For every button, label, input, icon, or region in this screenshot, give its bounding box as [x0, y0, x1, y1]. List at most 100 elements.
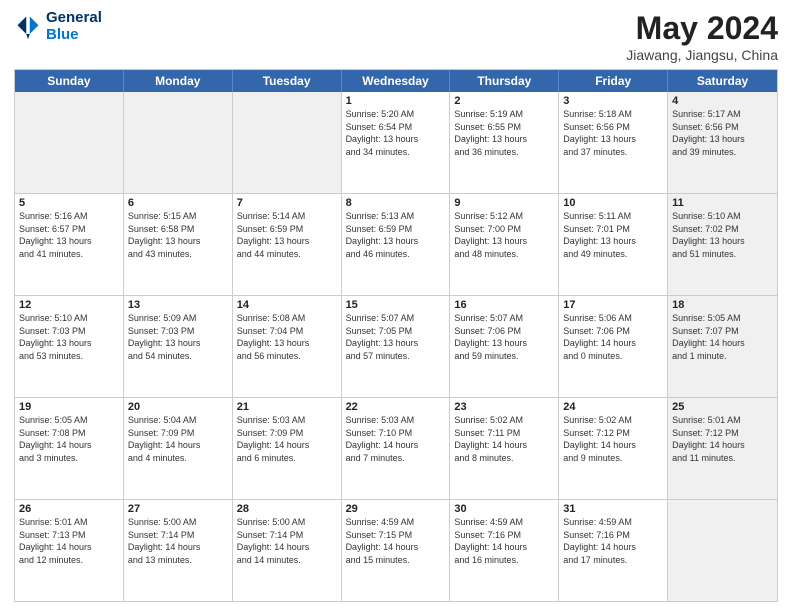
day-cell-21: 21Sunrise: 5:03 AM Sunset: 7:09 PM Dayli… [233, 398, 342, 499]
day-info: Sunrise: 5:02 AM Sunset: 7:12 PM Dayligh… [563, 414, 663, 464]
day-number: 10 [563, 197, 663, 209]
day-info: Sunrise: 5:03 AM Sunset: 7:09 PM Dayligh… [237, 414, 337, 464]
day-number: 24 [563, 401, 663, 413]
subtitle: Jiawang, Jiangsu, China [626, 47, 778, 63]
day-cell-13: 13Sunrise: 5:09 AM Sunset: 7:03 PM Dayli… [124, 296, 233, 397]
day-cell-24: 24Sunrise: 5:02 AM Sunset: 7:12 PM Dayli… [559, 398, 668, 499]
day-number: 29 [346, 503, 446, 515]
day-info: Sunrise: 5:13 AM Sunset: 6:59 PM Dayligh… [346, 210, 446, 260]
header-day-thursday: Thursday [450, 70, 559, 92]
day-number: 13 [128, 299, 228, 311]
day-number: 22 [346, 401, 446, 413]
day-cell-16: 16Sunrise: 5:07 AM Sunset: 7:06 PM Dayli… [450, 296, 559, 397]
day-number: 12 [19, 299, 119, 311]
day-number: 1 [346, 95, 446, 107]
header-day-monday: Monday [124, 70, 233, 92]
day-number: 8 [346, 197, 446, 209]
day-cell-28: 28Sunrise: 5:00 AM Sunset: 7:14 PM Dayli… [233, 500, 342, 601]
day-number: 17 [563, 299, 663, 311]
day-number: 30 [454, 503, 554, 515]
logo-text: General Blue [46, 10, 102, 43]
day-cell-25: 25Sunrise: 5:01 AM Sunset: 7:12 PM Dayli… [668, 398, 777, 499]
day-cell-14: 14Sunrise: 5:08 AM Sunset: 7:04 PM Dayli… [233, 296, 342, 397]
day-info: Sunrise: 4:59 AM Sunset: 7:16 PM Dayligh… [454, 516, 554, 566]
day-number: 18 [672, 299, 773, 311]
day-number: 20 [128, 401, 228, 413]
day-cell-27: 27Sunrise: 5:00 AM Sunset: 7:14 PM Dayli… [124, 500, 233, 601]
calendar-body: 1Sunrise: 5:20 AM Sunset: 6:54 PM Daylig… [15, 92, 777, 601]
day-number: 2 [454, 95, 554, 107]
empty-cell-0-2 [233, 92, 342, 193]
day-cell-15: 15Sunrise: 5:07 AM Sunset: 7:05 PM Dayli… [342, 296, 451, 397]
day-info: Sunrise: 5:11 AM Sunset: 7:01 PM Dayligh… [563, 210, 663, 260]
day-info: Sunrise: 5:17 AM Sunset: 6:56 PM Dayligh… [672, 108, 773, 158]
header: General Blue May 2024 Jiawang, Jiangsu, … [14, 10, 778, 63]
day-cell-20: 20Sunrise: 5:04 AM Sunset: 7:09 PM Dayli… [124, 398, 233, 499]
logo: General Blue [14, 10, 102, 43]
day-cell-23: 23Sunrise: 5:02 AM Sunset: 7:11 PM Dayli… [450, 398, 559, 499]
day-number: 14 [237, 299, 337, 311]
day-number: 23 [454, 401, 554, 413]
day-number: 26 [19, 503, 119, 515]
logo-line2: Blue [46, 27, 102, 44]
day-number: 21 [237, 401, 337, 413]
day-cell-12: 12Sunrise: 5:10 AM Sunset: 7:03 PM Dayli… [15, 296, 124, 397]
header-day-sunday: Sunday [15, 70, 124, 92]
calendar-header: SundayMondayTuesdayWednesdayThursdayFrid… [15, 70, 777, 92]
day-number: 9 [454, 197, 554, 209]
day-info: Sunrise: 5:10 AM Sunset: 7:03 PM Dayligh… [19, 312, 119, 362]
day-cell-2: 2Sunrise: 5:19 AM Sunset: 6:55 PM Daylig… [450, 92, 559, 193]
day-number: 27 [128, 503, 228, 515]
day-cell-31: 31Sunrise: 4:59 AM Sunset: 7:16 PM Dayli… [559, 500, 668, 601]
day-number: 28 [237, 503, 337, 515]
logo-icon [14, 13, 42, 41]
day-cell-3: 3Sunrise: 5:18 AM Sunset: 6:56 PM Daylig… [559, 92, 668, 193]
calendar-row-2: 5Sunrise: 5:16 AM Sunset: 6:57 PM Daylig… [15, 193, 777, 295]
calendar-row-3: 12Sunrise: 5:10 AM Sunset: 7:03 PM Dayli… [15, 295, 777, 397]
day-info: Sunrise: 5:08 AM Sunset: 7:04 PM Dayligh… [237, 312, 337, 362]
day-info: Sunrise: 5:14 AM Sunset: 6:59 PM Dayligh… [237, 210, 337, 260]
page: General Blue May 2024 Jiawang, Jiangsu, … [0, 0, 792, 612]
header-day-tuesday: Tuesday [233, 70, 342, 92]
day-number: 4 [672, 95, 773, 107]
day-cell-5: 5Sunrise: 5:16 AM Sunset: 6:57 PM Daylig… [15, 194, 124, 295]
day-info: Sunrise: 4:59 AM Sunset: 7:15 PM Dayligh… [346, 516, 446, 566]
empty-cell-0-1 [124, 92, 233, 193]
day-info: Sunrise: 5:18 AM Sunset: 6:56 PM Dayligh… [563, 108, 663, 158]
day-cell-8: 8Sunrise: 5:13 AM Sunset: 6:59 PM Daylig… [342, 194, 451, 295]
day-cell-1: 1Sunrise: 5:20 AM Sunset: 6:54 PM Daylig… [342, 92, 451, 193]
day-cell-6: 6Sunrise: 5:15 AM Sunset: 6:58 PM Daylig… [124, 194, 233, 295]
day-info: Sunrise: 5:19 AM Sunset: 6:55 PM Dayligh… [454, 108, 554, 158]
day-number: 7 [237, 197, 337, 209]
day-info: Sunrise: 5:07 AM Sunset: 7:05 PM Dayligh… [346, 312, 446, 362]
empty-cell-0-0 [15, 92, 124, 193]
day-info: Sunrise: 5:07 AM Sunset: 7:06 PM Dayligh… [454, 312, 554, 362]
day-info: Sunrise: 5:03 AM Sunset: 7:10 PM Dayligh… [346, 414, 446, 464]
day-cell-11: 11Sunrise: 5:10 AM Sunset: 7:02 PM Dayli… [668, 194, 777, 295]
day-number: 15 [346, 299, 446, 311]
day-info: Sunrise: 4:59 AM Sunset: 7:16 PM Dayligh… [563, 516, 663, 566]
title-block: May 2024 Jiawang, Jiangsu, China [626, 10, 778, 63]
day-number: 3 [563, 95, 663, 107]
header-day-friday: Friday [559, 70, 668, 92]
day-info: Sunrise: 5:00 AM Sunset: 7:14 PM Dayligh… [237, 516, 337, 566]
logo-line1: General [46, 10, 102, 27]
calendar: SundayMondayTuesdayWednesdayThursdayFrid… [14, 69, 778, 602]
day-info: Sunrise: 5:09 AM Sunset: 7:03 PM Dayligh… [128, 312, 228, 362]
day-info: Sunrise: 5:02 AM Sunset: 7:11 PM Dayligh… [454, 414, 554, 464]
day-number: 16 [454, 299, 554, 311]
day-info: Sunrise: 5:15 AM Sunset: 6:58 PM Dayligh… [128, 210, 228, 260]
calendar-row-1: 1Sunrise: 5:20 AM Sunset: 6:54 PM Daylig… [15, 92, 777, 193]
day-cell-4: 4Sunrise: 5:17 AM Sunset: 6:56 PM Daylig… [668, 92, 777, 193]
day-info: Sunrise: 5:16 AM Sunset: 6:57 PM Dayligh… [19, 210, 119, 260]
day-number: 5 [19, 197, 119, 209]
day-info: Sunrise: 5:06 AM Sunset: 7:06 PM Dayligh… [563, 312, 663, 362]
calendar-row-5: 26Sunrise: 5:01 AM Sunset: 7:13 PM Dayli… [15, 499, 777, 601]
main-title: May 2024 [626, 10, 778, 47]
empty-cell-4-6 [668, 500, 777, 601]
day-cell-29: 29Sunrise: 4:59 AM Sunset: 7:15 PM Dayli… [342, 500, 451, 601]
day-cell-7: 7Sunrise: 5:14 AM Sunset: 6:59 PM Daylig… [233, 194, 342, 295]
day-number: 31 [563, 503, 663, 515]
day-info: Sunrise: 5:05 AM Sunset: 7:07 PM Dayligh… [672, 312, 773, 362]
day-cell-18: 18Sunrise: 5:05 AM Sunset: 7:07 PM Dayli… [668, 296, 777, 397]
